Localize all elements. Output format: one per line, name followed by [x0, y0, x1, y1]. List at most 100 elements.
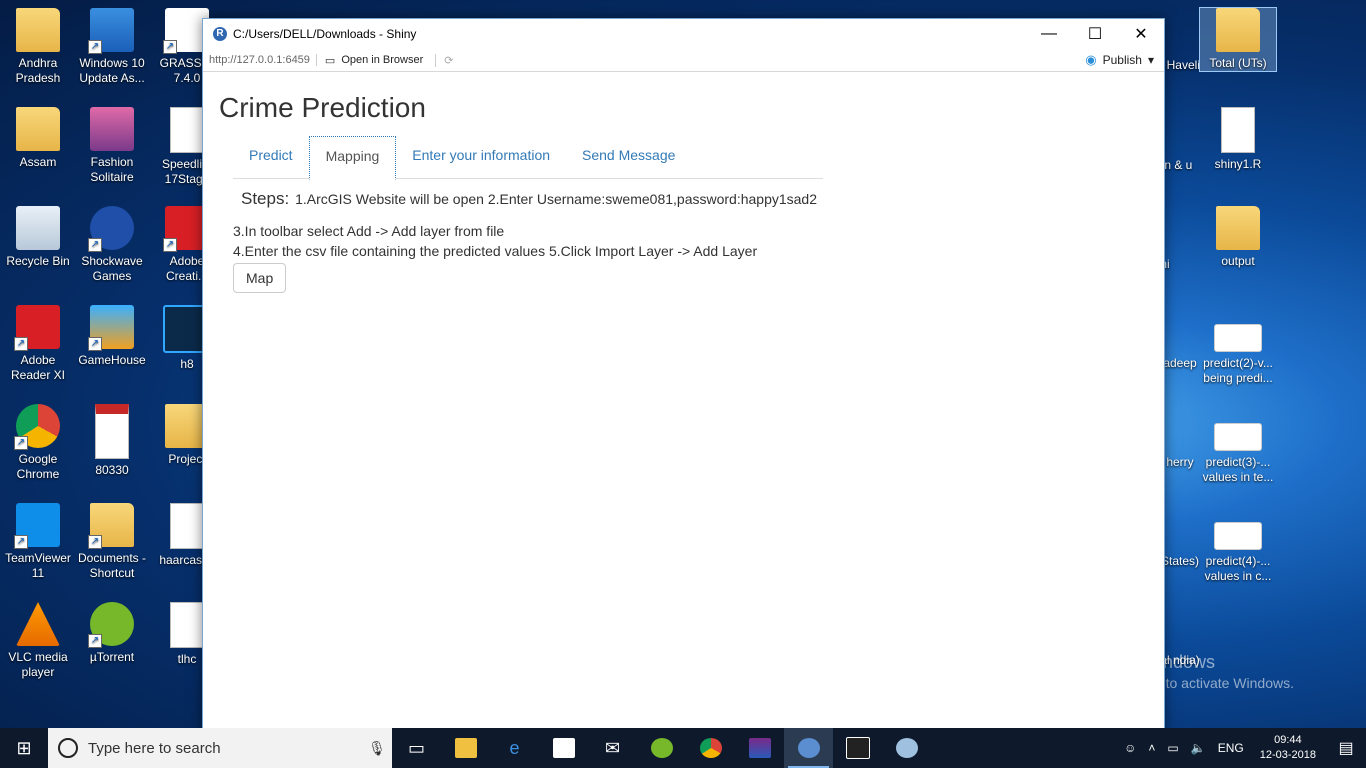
folder-icon — [16, 107, 60, 151]
task-view-icon[interactable]: ▭ — [392, 728, 441, 768]
desktop-icon-teamviewer[interactable]: ↗ TeamViewer 11 — [0, 503, 76, 581]
desktop-icon-windows-update[interactable]: ↗ Windows 10 Update As... — [74, 8, 150, 86]
spreadsheet-icon — [1214, 423, 1262, 451]
file-icon — [170, 602, 204, 648]
windows-update-icon: ↗ — [88, 8, 134, 54]
chrome-taskbar-icon[interactable] — [686, 728, 735, 768]
utorrent-taskbar-icon[interactable] — [637, 728, 686, 768]
desktop-icon-fashion-solitaire[interactable]: Fashion Solitaire — [74, 107, 150, 185]
folder-icon — [1216, 206, 1260, 250]
file-icon — [1221, 107, 1255, 153]
page-title: Crime Prediction — [219, 92, 426, 123]
close-button[interactable]: ✕ — [1118, 19, 1164, 49]
r-logo-icon: R — [213, 27, 227, 41]
viewer-toolbar: http://127.0.0.1:6459 ▭ Open in Browser … — [203, 49, 1164, 72]
battery-icon[interactable]: ▭ — [1161, 741, 1184, 755]
steps-text-1: 1.ArcGIS Website will be open 2.Enter Us… — [295, 191, 817, 207]
file-icon — [170, 107, 204, 153]
url-display: http://127.0.0.1:6459 — [203, 54, 317, 66]
system-tray: ☺ ˄ ▭ 🔈 ENG 09:44 12-03-2018 ▤ — [1118, 728, 1366, 768]
desktop-icon-output[interactable]: output — [1200, 206, 1276, 269]
desktop-icon-predict2[interactable]: predict(2)-v... being predi... — [1200, 320, 1276, 386]
vlc-icon — [16, 602, 60, 646]
publish-button[interactable]: ◉ Publish ▾ — [1085, 52, 1164, 68]
tab-send-message[interactable]: Send Message — [566, 136, 691, 178]
publish-label: Publish — [1102, 53, 1142, 67]
pdf-icon — [95, 404, 129, 459]
notification-icon[interactable]: ▤ — [1326, 738, 1366, 758]
utorrent-icon: ↗ — [88, 602, 134, 648]
cortana-icon — [58, 738, 78, 758]
maximize-button[interactable]: ☐ — [1072, 19, 1118, 49]
shockwave-icon: ↗ — [88, 206, 134, 252]
people-icon[interactable]: ☺ — [1118, 741, 1142, 755]
steps-block: 3.In toolbar select Add -> Add layer fro… — [233, 221, 1148, 261]
desktop-icon-recycle-bin[interactable]: Recycle Bin — [0, 206, 76, 269]
folder-icon — [1216, 8, 1260, 52]
desktop-icon-assam[interactable]: Assam — [0, 107, 76, 170]
tab-predict[interactable]: Predict — [233, 136, 309, 178]
file-explorer-icon[interactable] — [441, 728, 490, 768]
desktop-icon-80330[interactable]: 80330 — [74, 404, 150, 478]
store-icon[interactable] — [539, 728, 588, 768]
steps-line-1: Steps: 1.ArcGIS Website will be open 2.E… — [241, 189, 1148, 209]
tab-enter-information[interactable]: Enter your information — [396, 136, 566, 178]
edge-icon[interactable]: e — [490, 728, 539, 768]
clock[interactable]: 09:44 12-03-2018 — [1250, 733, 1326, 763]
steps-label: Steps: — [241, 189, 290, 208]
photos-icon[interactable] — [833, 728, 882, 768]
desktop-icon-utorrent[interactable]: ↗ µTorrent — [74, 602, 150, 665]
chrome-icon: ↗ — [14, 404, 60, 450]
search-placeholder: Type here to search — [88, 739, 221, 757]
file-icon — [170, 503, 204, 549]
game-icon — [90, 107, 134, 151]
shiny-window: R C:/Users/DELL/Downloads - Shiny — ☐ ✕ … — [202, 18, 1165, 731]
clock-time: 09:44 — [1274, 734, 1302, 746]
desktop-icon-gamehouse[interactable]: ↗ GameHouse — [74, 305, 150, 368]
mail-icon[interactable]: ✉ — [588, 728, 637, 768]
paint-icon[interactable] — [882, 728, 931, 768]
desktop-icon-vlc[interactable]: VLC media player — [0, 602, 76, 680]
desktop-icon-andhra-pradesh[interactable]: Andhra Pradesh — [0, 8, 76, 86]
minimize-button[interactable]: — — [1026, 19, 1072, 49]
start-button[interactable]: ⊞ — [0, 728, 48, 768]
microphone-icon[interactable]: 🎙 — [362, 740, 392, 757]
map-button[interactable]: Map — [233, 263, 287, 293]
tab-mapping[interactable]: Mapping — [308, 136, 397, 180]
volume-icon[interactable]: 🔈 — [1185, 741, 1212, 755]
open-in-browser-label: Open in Browser — [341, 54, 424, 66]
open-in-browser-button[interactable]: ▭ Open in Browser — [324, 53, 437, 67]
gamehouse-icon: ↗ — [88, 305, 134, 351]
window-titlebar[interactable]: R C:/Users/DELL/Downloads - Shiny — ☐ ✕ — [203, 19, 1164, 49]
browser-icon: ▭ — [324, 54, 336, 67]
chevron-up-icon[interactable]: ˄ — [1142, 741, 1161, 755]
desktop-icon-adobe-reader[interactable]: ↗ Adobe Reader XI — [0, 305, 76, 383]
winrar-icon[interactable] — [735, 728, 784, 768]
spreadsheet-icon — [1214, 522, 1262, 550]
desktop-icon-predict4[interactable]: predict(4)-... values in c... — [1200, 518, 1276, 584]
spreadsheet-icon — [1214, 324, 1262, 352]
window-title: C:/Users/DELL/Downloads - Shiny — [233, 27, 417, 41]
language-indicator[interactable]: ENG — [1212, 741, 1250, 755]
adobe-reader-icon: ↗ — [14, 305, 60, 351]
refresh-icon[interactable]: ⟳ — [444, 54, 453, 67]
desktop-icon-shockwave[interactable]: ↗ Shockwave Games — [74, 206, 150, 284]
desktop-icon-predict3[interactable]: predict(3)-... values in te... — [1200, 419, 1276, 485]
chevron-down-icon[interactable]: ▾ — [1148, 53, 1154, 67]
publish-icon: ◉ — [1085, 52, 1097, 67]
desktop-icon-shiny1-r[interactable]: shiny1.R — [1200, 107, 1276, 172]
rstudio-taskbar-icon[interactable] — [784, 728, 833, 768]
taskbar: ⊞ Type here to search 🎙 ▭ e ✉ ☺ ˄ ▭ 🔈 EN… — [0, 728, 1366, 768]
clock-date: 12-03-2018 — [1259, 749, 1316, 761]
folder-icon — [16, 8, 60, 52]
steps-text-3: 4.Enter the csv file containing the pred… — [233, 243, 758, 259]
desktop-icon-documents[interactable]: ↗ Documents - Shortcut — [74, 503, 150, 581]
desktop-icon-total-uts[interactable]: Total (UTs) — [1199, 7, 1277, 72]
recycle-bin-icon — [16, 206, 60, 250]
tab-bar: Predict Mapping Enter your information S… — [233, 136, 823, 180]
taskbar-search[interactable]: Type here to search 🎙 — [48, 728, 392, 768]
teamviewer-icon: ↗ — [14, 503, 60, 549]
app-content: Crime Prediction Predict Mapping Enter y… — [203, 92, 1164, 293]
steps-text-2: 3.In toolbar select Add -> Add layer fro… — [233, 223, 505, 239]
desktop-icon-google-chrome[interactable]: ↗ Google Chrome — [0, 404, 76, 482]
